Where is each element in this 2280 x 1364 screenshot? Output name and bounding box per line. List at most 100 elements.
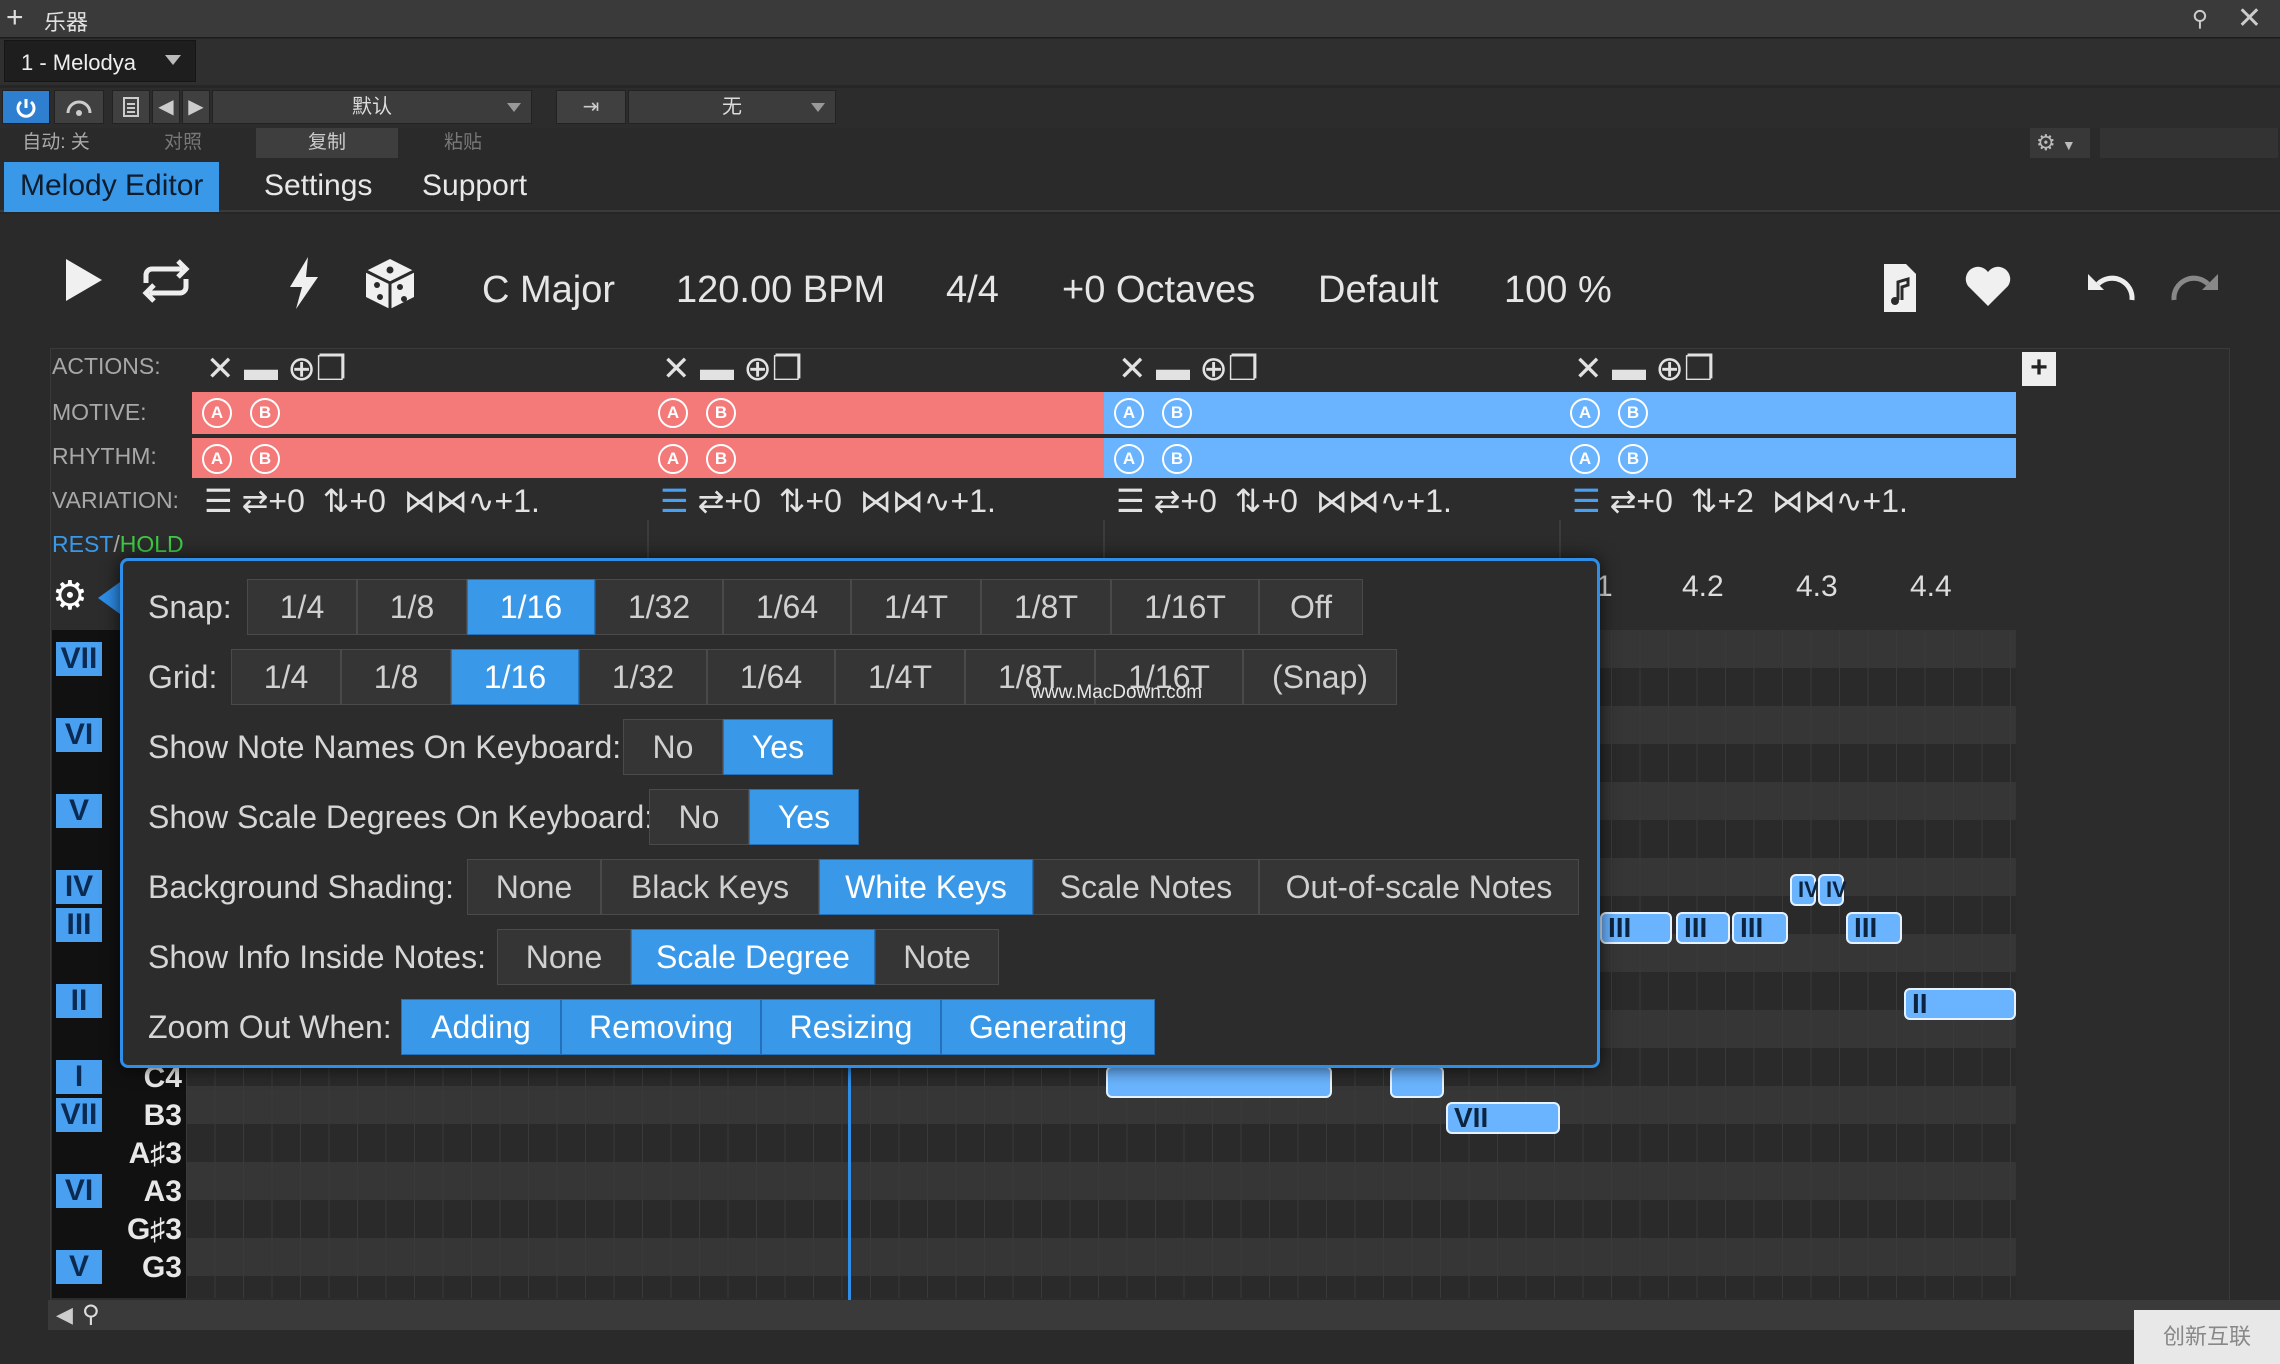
list-icon[interactable]: ☰ (1572, 483, 1601, 519)
invert-icon[interactable]: ⋈ (436, 483, 468, 519)
undo-button[interactable] (2080, 266, 2140, 319)
delete-icon[interactable]: ✕ (1574, 350, 1603, 388)
motive-b-button[interactable]: B (250, 398, 280, 428)
list-icon[interactable]: ☰ (1116, 483, 1145, 519)
add-circle-icon[interactable]: ⊕ (1655, 350, 1684, 388)
note[interactable]: II (1904, 988, 2016, 1020)
horizontal-scrollbar[interactable] (48, 1300, 2280, 1330)
generate-button[interactable] (286, 255, 322, 324)
zoom-magnifier-icon[interactable]: ⚲ (82, 1300, 100, 1329)
note[interactable]: III (1600, 912, 1672, 944)
invert-icon[interactable]: ⋈ (1348, 483, 1380, 519)
bpm-display[interactable]: 120.00 BPM (676, 262, 885, 318)
link-button[interactable] (54, 90, 104, 124)
next-preset-button[interactable]: ▶ (182, 90, 210, 124)
rhythm-bar4[interactable]: AB (1560, 436, 2016, 478)
preset-label[interactable]: Default (1318, 262, 1438, 318)
variation-transpose[interactable]: +0 (1261, 483, 1297, 519)
scale-degrees-yes[interactable]: Yes (749, 789, 859, 845)
motive-b-button[interactable]: B (1618, 398, 1648, 428)
minus-icon[interactable]: ▬ (1612, 350, 1646, 388)
grid-settings-button[interactable]: ⚙ (52, 576, 92, 616)
rhythm-a-button[interactable]: A (658, 444, 688, 474)
preset-select[interactable]: 默认 (212, 90, 532, 124)
compare-button[interactable]: 对照 (112, 128, 254, 158)
variation-transpose[interactable]: +0 (349, 483, 385, 519)
add-bar-button[interactable]: + (2022, 352, 2056, 386)
variation-contour[interactable]: +1. (495, 483, 540, 519)
shading-option[interactable]: Black Keys (601, 859, 819, 915)
note[interactable]: IV (1790, 874, 1819, 906)
scroll-left-icon[interactable]: ◀ (56, 1302, 73, 1328)
note[interactable] (1106, 1066, 1332, 1098)
list-icon[interactable]: ☰ (204, 483, 233, 519)
note[interactable] (1390, 1066, 1444, 1098)
variation-shift[interactable]: +0 (268, 483, 304, 519)
motive-a-button[interactable]: A (202, 398, 232, 428)
delete-icon[interactable]: ✕ (206, 350, 235, 388)
motive-a-button[interactable]: A (1570, 398, 1600, 428)
note-names-yes[interactable]: Yes (723, 719, 833, 775)
variation-transpose[interactable]: +0 (805, 483, 841, 519)
add-circle-icon[interactable]: ⊕ (287, 350, 316, 388)
add-circle-icon[interactable]: ⊕ (743, 350, 772, 388)
grid-option[interactable]: 1/64 (707, 649, 835, 705)
snap-option[interactable]: 1/4 (247, 579, 357, 635)
add-icon[interactable]: + (6, 0, 24, 36)
play-button[interactable] (60, 255, 106, 318)
rhythm-b-button[interactable]: B (706, 444, 736, 474)
reverse-icon[interactable]: ⋈ (860, 483, 892, 519)
duplicate-icon[interactable]: ❐ (316, 350, 346, 388)
snap-option[interactable]: Off (1259, 579, 1363, 635)
scale-degrees-no[interactable]: No (649, 789, 749, 845)
pin-icon[interactable]: ⚲ (2192, 6, 2208, 32)
motive-bar3[interactable]: AB (1104, 392, 1560, 434)
time-signature[interactable]: 4/4 (946, 262, 999, 318)
motive-bar2[interactable]: AB (648, 392, 1104, 434)
motive-b-button[interactable]: B (1162, 398, 1192, 428)
tab-melody-editor[interactable]: Melody Editor (4, 162, 220, 212)
minus-icon[interactable]: ▬ (700, 350, 734, 388)
rhythm-b-button[interactable]: B (250, 444, 280, 474)
randomize-button[interactable] (362, 255, 418, 324)
rhythm-bar1[interactable]: AB (192, 436, 648, 478)
note[interactable]: III (1676, 912, 1730, 944)
motive-bar1[interactable]: AB (192, 392, 648, 434)
variation-contour[interactable]: +1. (1407, 483, 1452, 519)
variation-contour[interactable]: +1. (1863, 483, 1908, 519)
grid-option-selected[interactable]: 1/16 (451, 649, 579, 705)
snap-option-selected[interactable]: 1/16 (467, 579, 595, 635)
duplicate-icon[interactable]: ❐ (1228, 350, 1258, 388)
key-selector[interactable]: C Major (482, 262, 615, 318)
variation-transpose[interactable]: +2 (1717, 483, 1753, 519)
shading-option[interactable]: Out-of-scale Notes (1259, 859, 1579, 915)
add-circle-icon[interactable]: ⊕ (1199, 350, 1228, 388)
zoom-generating[interactable]: Generating (941, 999, 1155, 1055)
info-option[interactable]: None (497, 929, 631, 985)
note[interactable]: VII (1446, 1102, 1560, 1134)
zoom-removing[interactable]: Removing (561, 999, 761, 1055)
motive-b-button[interactable]: B (706, 398, 736, 428)
invert-icon[interactable]: ⋈ (892, 483, 924, 519)
shading-option[interactable]: Scale Notes (1033, 859, 1259, 915)
redo-button[interactable] (2166, 266, 2226, 319)
variation-shift[interactable]: +0 (1180, 483, 1216, 519)
paste-button[interactable]: 粘贴 (398, 128, 528, 158)
auto-toggle[interactable]: 自动: 关 (0, 128, 112, 158)
prev-preset-button[interactable]: ◀ (152, 90, 180, 124)
shading-option[interactable]: None (467, 859, 601, 915)
zoom-level[interactable]: 100 % (1504, 262, 1612, 318)
shading-option-selected[interactable]: White Keys (819, 859, 1033, 915)
octave-shift[interactable]: +0 Octaves (1062, 262, 1255, 318)
favorite-button[interactable] (1962, 262, 2014, 323)
note[interactable]: III (1732, 912, 1788, 944)
variation-contour[interactable]: +1. (951, 483, 996, 519)
copy-button[interactable]: 复制 (256, 128, 398, 158)
minus-icon[interactable]: ▬ (244, 350, 278, 388)
snap-option[interactable]: 1/32 (595, 579, 723, 635)
motive-a-button[interactable]: A (658, 398, 688, 428)
note[interactable]: IV (1818, 874, 1847, 906)
output-button[interactable]: ⇥ (556, 90, 626, 124)
motive-a-button[interactable]: A (1114, 398, 1144, 428)
minus-icon[interactable]: ▬ (1156, 350, 1190, 388)
